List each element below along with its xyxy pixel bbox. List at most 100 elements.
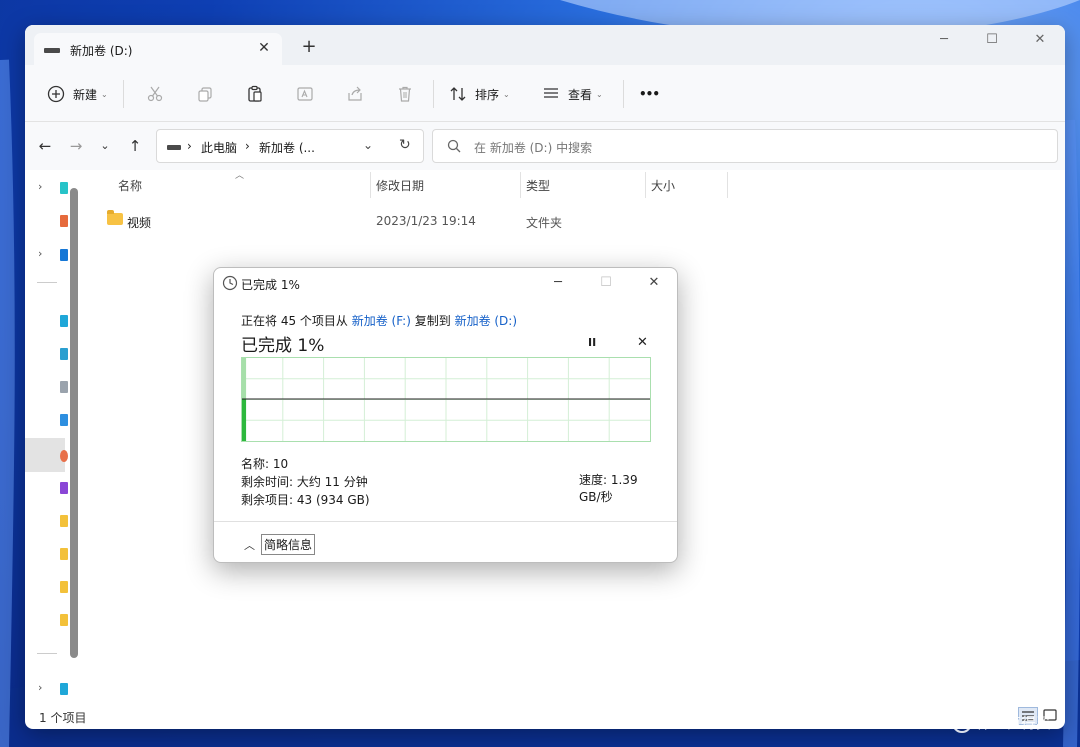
rename-icon[interactable] (294, 83, 316, 105)
new-button[interactable]: 新建 ⌄ (45, 80, 108, 108)
status-item-count: 1 个项目 (39, 711, 87, 725)
back-arrow-icon[interactable]: ← (35, 136, 55, 156)
refresh-icon[interactable]: ↻ (399, 137, 411, 153)
chevron-down-icon[interactable]: ⌄ (363, 138, 373, 152)
search-placeholder: 在 新加卷 (D:) 中搜索 (474, 141, 593, 155)
address-bar[interactable]: › 此电脑 › 新加卷 (... ⌄ ↻ (156, 129, 424, 163)
toolbar-divider (433, 80, 434, 108)
clock-icon (222, 275, 238, 291)
view-label: 查看 (568, 87, 593, 102)
downloads-icon[interactable] (60, 348, 68, 360)
videos-icon[interactable] (60, 482, 68, 494)
column-divider[interactable] (520, 172, 521, 198)
progress-band (242, 358, 247, 400)
dialog-maximize-button[interactable]: ☐ (591, 273, 621, 293)
pause-button[interactable]: II (588, 336, 596, 349)
drive-icon (44, 48, 60, 53)
copy-description-middle: 复制到 (410, 314, 455, 328)
folder-icon[interactable] (60, 515, 68, 527)
cut-icon[interactable] (144, 83, 166, 105)
fewer-details-label: 简略信息 (261, 534, 316, 555)
column-divider[interactable] (645, 172, 646, 198)
items-remaining: 剩余项目: 43 (934 GB) (241, 493, 370, 507)
nav-divider (37, 653, 57, 654)
folder-icon[interactable] (60, 581, 68, 593)
tab-drive-d[interactable]: 新加卷 (D:) ✕ (34, 33, 282, 65)
dialog-title: 已完成 1% (241, 278, 300, 292)
pictures-icon[interactable] (60, 414, 68, 426)
address-row: ← → ⌄ ↑ › 此电脑 › 新加卷 (... ⌄ ↻ 在 新加卷 (D:) … (25, 122, 1065, 170)
watermark-logo: 值 (952, 712, 972, 733)
drive-icon (167, 145, 181, 150)
current-file-name: 名称: 10 (241, 457, 289, 471)
forward-arrow-icon[interactable]: → (66, 136, 86, 156)
chevron-down-icon: ⌄ (101, 89, 108, 99)
toolbar-divider (623, 80, 624, 108)
expand-chevron-icon[interactable]: › (38, 681, 42, 694)
music-icon[interactable] (60, 450, 68, 462)
close-window-button[interactable]: ✕ (1017, 29, 1063, 51)
dialog-divider (214, 521, 677, 522)
more-options-button[interactable]: ••• (639, 80, 660, 108)
search-input[interactable]: 在 新加卷 (D:) 中搜索 (432, 129, 1058, 163)
close-tab-icon[interactable]: ✕ (254, 38, 274, 58)
breadcrumb-drive[interactable]: 新加卷 (... (259, 139, 315, 156)
source-link[interactable]: 新加卷 (F:) (352, 314, 411, 328)
paste-icon[interactable] (244, 83, 266, 105)
folder-icon (107, 210, 123, 225)
this-pc-icon[interactable] (60, 683, 68, 695)
nav-divider (37, 282, 57, 283)
cancel-copy-button[interactable]: ✕ (637, 335, 648, 350)
fewer-details-button[interactable]: ︿ 简略信息 (244, 534, 316, 555)
column-header-name[interactable]: 名称 (118, 177, 142, 194)
dialog-close-button[interactable]: ✕ (639, 273, 669, 293)
new-tab-button[interactable]: + (299, 37, 319, 57)
column-header-type[interactable]: 类型 (526, 177, 550, 194)
recent-locations-chevron-icon[interactable]: ⌄ (95, 136, 115, 156)
chevron-up-icon: ︿ (244, 538, 255, 552)
title-bar: 新加卷 (D:) ✕ + ─ ☐ ✕ (25, 25, 1065, 65)
expand-chevron-icon[interactable]: › (38, 180, 42, 193)
watermark: 值 什么值得买 (952, 712, 1051, 733)
copy-description: 正在将 45 个项目从 新加卷 (F:) 复制到 新加卷 (D:) (241, 312, 517, 329)
share-icon[interactable] (344, 83, 366, 105)
desktop-icon[interactable] (60, 315, 68, 327)
search-icon (447, 139, 461, 153)
time-remaining: 剩余时间: 大约 11 分钟 (241, 475, 368, 489)
file-type: 文件夹 (526, 216, 563, 230)
maximize-button[interactable]: ☐ (969, 29, 1015, 51)
nav-selected-item[interactable] (25, 438, 65, 472)
new-label: 新建 (73, 87, 98, 102)
speed-label: 速度: 1.39 GB/秒 (578, 471, 650, 505)
minimize-button[interactable]: ─ (921, 29, 967, 51)
watermark-text: 什么值得买 (976, 714, 1052, 732)
copy-icon[interactable] (194, 83, 216, 105)
chevron-down-icon: ⌄ (503, 89, 510, 99)
up-arrow-icon[interactable]: ↑ (125, 136, 145, 156)
view-button[interactable]: 查看 ⌄ (540, 80, 603, 108)
home-icon[interactable] (60, 182, 68, 194)
breadcrumb-separator: › (245, 139, 250, 153)
file-row[interactable]: 视频 2023/1/23 19:14 文件夹 (102, 207, 662, 235)
column-header-size[interactable]: 大小 (651, 177, 675, 194)
copy-description-prefix: 正在将 45 个项目从 (241, 314, 352, 328)
command-bar: 新建 ⌄ 排序 ⌄ 查看 ⌄ ••• (25, 65, 1065, 122)
column-divider[interactable] (370, 172, 371, 198)
tab-title: 新加卷 (D:) (70, 44, 133, 58)
destination-link[interactable]: 新加卷 (D:) (455, 314, 517, 328)
file-name: 视频 (127, 216, 152, 230)
folder-icon[interactable] (60, 548, 68, 560)
delete-icon[interactable] (394, 83, 416, 105)
breadcrumb-this-pc[interactable]: 此电脑 (201, 139, 237, 156)
nav-scrollbar[interactable] (70, 188, 78, 658)
expand-chevron-icon[interactable]: › (38, 247, 42, 260)
onedrive-icon[interactable] (60, 249, 68, 261)
documents-icon[interactable] (60, 381, 68, 393)
chevron-down-icon: ⌄ (596, 89, 603, 99)
dialog-minimize-button[interactable]: ─ (543, 273, 573, 293)
column-header-modified[interactable]: 修改日期 (376, 177, 424, 194)
gallery-icon[interactable] (60, 215, 68, 227)
folder-icon[interactable] (60, 614, 68, 626)
sort-button[interactable]: 排序 ⌄ (447, 80, 510, 108)
column-divider[interactable] (727, 172, 728, 198)
